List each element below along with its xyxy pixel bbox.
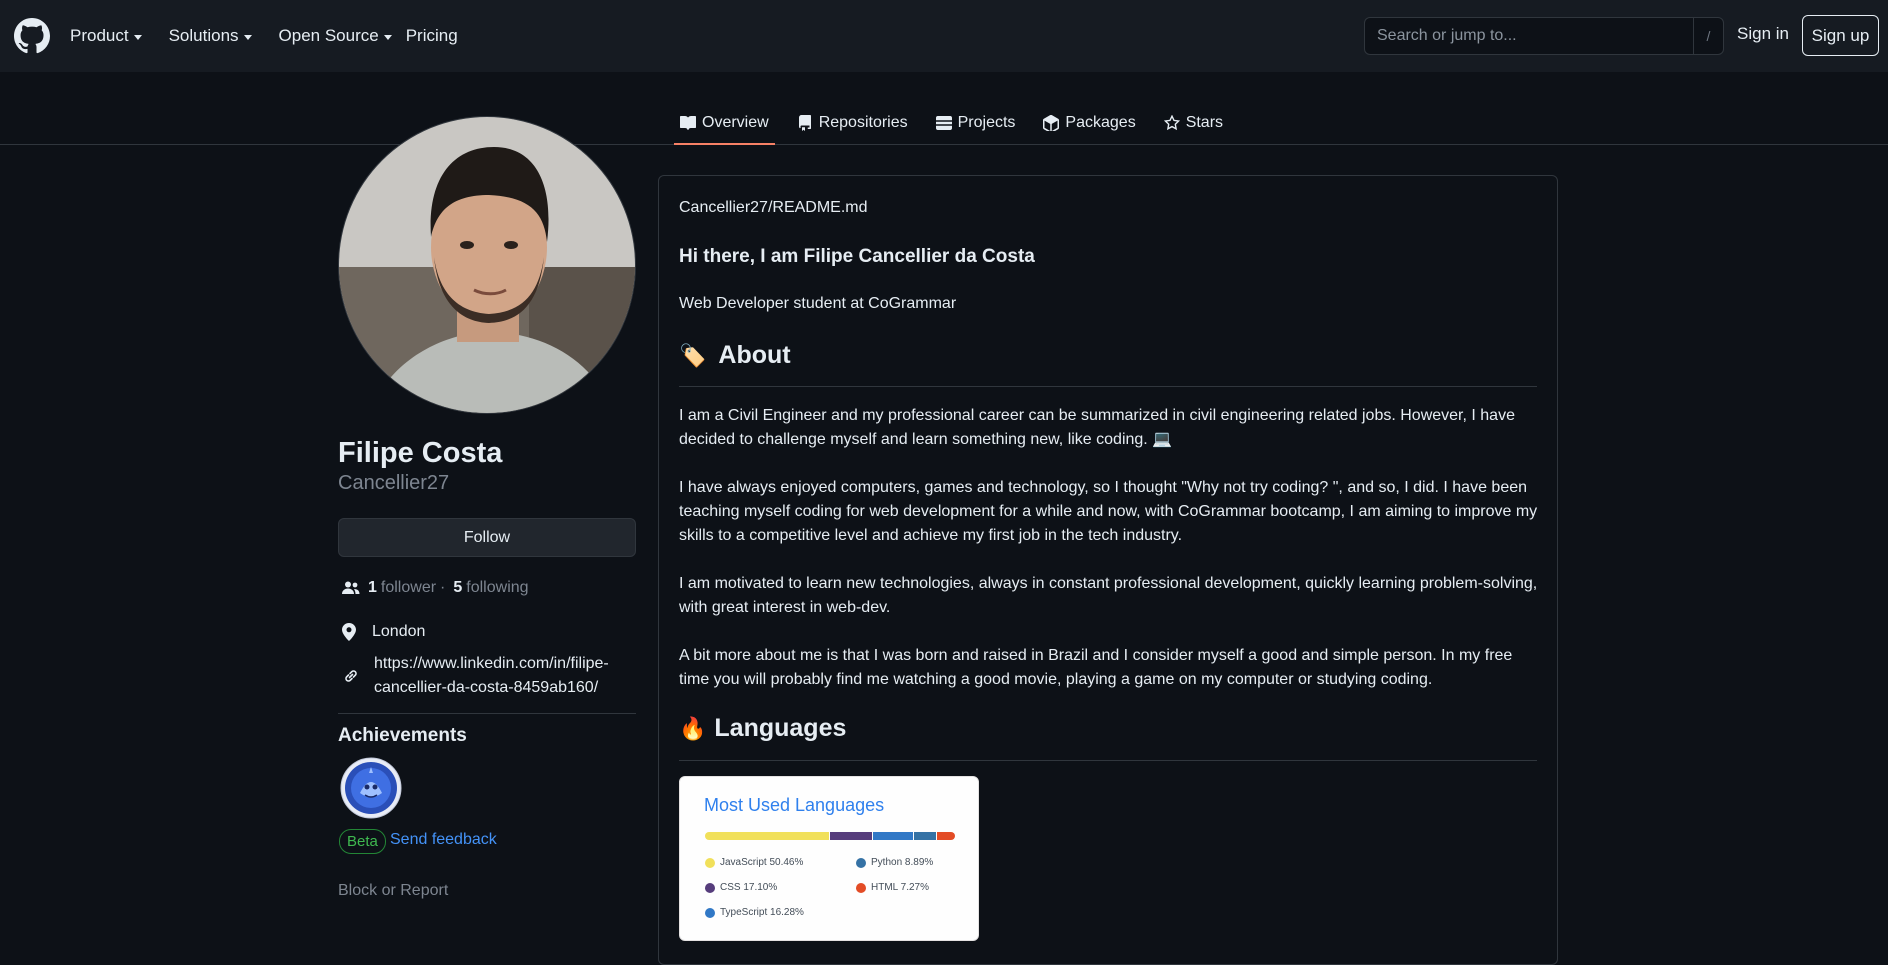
sign-in-link[interactable]: Sign in	[1737, 24, 1789, 44]
repo-icon	[798, 115, 811, 131]
tab-label: Stars	[1185, 114, 1224, 131]
languages-progress-bar	[705, 832, 955, 840]
language-legend-item: JavaScript 50.46%	[705, 857, 803, 868]
about-divider	[679, 386, 1537, 387]
tab-overview[interactable]: Overview	[674, 106, 775, 145]
language-legend-item: HTML 7.27%	[856, 882, 929, 893]
achievement-badge-icon[interactable]	[340, 757, 402, 819]
profile-tabs: Overview Repositories Projects Packages …	[674, 106, 1245, 145]
book-icon	[680, 115, 696, 130]
language-label: CSS 17.10%	[720, 882, 778, 893]
languages-divider	[679, 760, 1537, 761]
language-color-dot	[705, 907, 715, 918]
about-paragraph-4: A bit more about me is that I was born a…	[679, 647, 1513, 688]
location: London	[342, 623, 425, 641]
about-paragraph-1: I am a Civil Engineer and my professiona…	[679, 407, 1515, 448]
avatar[interactable]	[338, 116, 636, 414]
beta-badge: Beta	[339, 829, 386, 854]
followers-label[interactable]: follower	[381, 579, 436, 597]
stats-separator: ·	[440, 579, 446, 596]
sign-up-button[interactable]: Sign up	[1802, 15, 1879, 56]
language-label: TypeScript 16.28%	[720, 907, 804, 918]
tab-label: Repositories	[818, 114, 908, 131]
tab-projects[interactable]: Projects	[930, 106, 1022, 145]
search-input[interactable]: Search or jump to... /	[1364, 17, 1724, 55]
tab-stars[interactable]: Stars	[1158, 106, 1229, 145]
language-bar-segment	[873, 832, 914, 840]
label-tag-icon: 🏷️	[679, 342, 707, 368]
package-icon	[1043, 115, 1060, 131]
table-icon	[935, 116, 952, 130]
language-legend-item: CSS 17.10%	[705, 882, 777, 893]
language-color-dot	[705, 857, 715, 868]
profile-name: Filipe Costa	[338, 437, 503, 469]
profile-photo	[339, 117, 635, 413]
following-count[interactable]: 5	[453, 579, 462, 597]
nav-label: Solutions	[168, 26, 239, 45]
language-legend-item: Python 8.89%	[856, 857, 933, 868]
link-icon	[345, 670, 357, 682]
website-link[interactable]: https://www.linkedin.com/in/filipe-cance…	[342, 652, 634, 700]
readme-subtitle: Web Developer student at CoGrammar	[679, 295, 957, 312]
language-legend-item: TypeScript 16.28%	[705, 907, 804, 918]
nav-solutions[interactable]: Solutions	[169, 26, 252, 46]
languages-heading: 🔥 Languages	[679, 714, 846, 743]
language-bar-segment	[705, 832, 830, 840]
tab-repositories[interactable]: Repositories	[791, 106, 914, 145]
website-url[interactable]: https://www.linkedin.com/in/filipe-cance…	[374, 652, 634, 700]
chevron-down-icon	[383, 34, 392, 40]
block-or-report-link[interactable]: Block or Report	[338, 882, 448, 900]
readme-panel: Cancellier27/README.md Hi there, I am Fi…	[658, 175, 1558, 965]
profile-username: Cancellier27	[338, 472, 450, 494]
send-feedback-link[interactable]: Send feedback	[390, 831, 497, 849]
card-title: Most Used Languages	[704, 795, 885, 815]
tab-packages[interactable]: Packages	[1037, 106, 1141, 145]
nav-label: Product	[70, 26, 129, 45]
location-pin-icon	[342, 623, 356, 641]
nav-open-source[interactable]: Open Source	[279, 26, 392, 46]
chevron-down-icon	[243, 34, 252, 40]
people-icon	[342, 581, 360, 594]
chevron-down-icon	[133, 34, 142, 40]
star-icon	[1163, 115, 1180, 131]
readme-greeting: Hi there, I am Filipe Cancellier da Cost…	[679, 246, 1035, 267]
languages-title: Languages	[714, 714, 847, 742]
follow-button[interactable]: Follow	[338, 518, 636, 557]
language-label: Python 8.89%	[871, 857, 934, 868]
language-bar-segment	[914, 832, 937, 840]
language-color-dot	[856, 882, 866, 893]
follow-stats: 1 follower · 5 following	[342, 579, 529, 597]
github-logo-icon[interactable]	[14, 18, 50, 54]
location-text: London	[372, 623, 426, 640]
tab-label: Projects	[957, 114, 1016, 131]
nav-label: Pricing	[405, 26, 458, 45]
tab-label: Overview	[702, 114, 769, 131]
about-heading: 🏷️ About	[679, 341, 791, 370]
sidebar-divider	[338, 713, 636, 714]
most-used-languages-card: Most Used Languages JavaScript 50.46% CSS…	[679, 776, 979, 941]
search-shortcut-key: /	[1693, 18, 1723, 54]
readme-filename[interactable]: Cancellier27/README.md	[679, 199, 868, 217]
language-label: JavaScript 50.46%	[720, 857, 804, 868]
nav-label: Open Source	[278, 26, 379, 45]
language-color-dot	[705, 882, 715, 893]
tab-label: Packages	[1065, 114, 1136, 131]
achievements-heading: Achievements	[338, 725, 467, 746]
followers-count[interactable]: 1	[368, 579, 377, 597]
language-bar-segment	[937, 832, 955, 840]
search-placeholder: Search or jump to...	[1377, 27, 1517, 44]
language-label: HTML 7.27%	[871, 882, 929, 893]
about-paragraph-3: I am motivated to learn new technologies…	[679, 575, 1538, 616]
about-paragraph-2: I have always enjoyed computers, games a…	[679, 479, 1538, 544]
fire-icon: 🔥	[679, 715, 707, 741]
nav-pricing[interactable]: Pricing	[406, 26, 458, 46]
language-bar-segment	[830, 832, 873, 840]
nav-product[interactable]: Product	[70, 26, 142, 46]
language-color-dot	[856, 857, 866, 868]
about-title: About	[718, 341, 791, 369]
following-label[interactable]: following	[466, 579, 528, 597]
main-nav: Product Solutions Open Source Pricing	[70, 0, 485, 72]
top-header: Product Solutions Open Source Pricing Se…	[0, 0, 1888, 72]
